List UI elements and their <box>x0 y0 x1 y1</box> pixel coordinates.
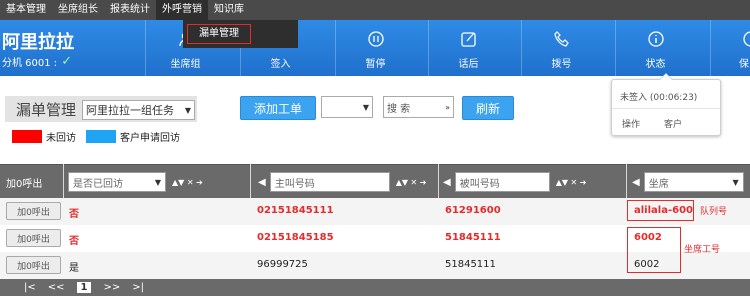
toolbar-label: 话后 <box>458 59 479 70</box>
next-page-button[interactable]: >> <box>103 282 120 293</box>
arrow-left-icon[interactable]: ◀ <box>258 177 266 188</box>
save-icon <box>739 30 750 48</box>
sort-controls-icon[interactable]: ▲▼ ✕ ➔ <box>556 178 587 187</box>
annotation-queue: 队列号 <box>700 207 728 217</box>
sort-controls-icon[interactable]: ▲▼ ✕ ➔ <box>396 178 427 187</box>
column-header-callback: 是否已回访 ▼ ▲▼ ✕ ➔ <box>68 172 203 192</box>
toolbar-label: 暂停 <box>365 59 386 70</box>
pause-button[interactable]: 暂停 <box>335 20 415 76</box>
top-menubar: 基本管理 坐席组长 报表统计 外呼营销 知识库 <box>0 0 750 20</box>
column-title: 被叫号码 <box>459 178 500 190</box>
page-title: 漏单管理 <box>16 100 77 119</box>
legend-customer-request: 客户申请回访 <box>86 129 180 144</box>
first-page-button[interactable]: |< <box>24 282 36 293</box>
column-title: 主叫号码 <box>274 178 315 190</box>
annotation-agent-id: 坐席工号 <box>684 245 721 255</box>
menu-outbound[interactable]: 外呼营销 <box>156 0 208 20</box>
callee-cell: 51845111 <box>445 259 496 270</box>
status-popup: 未签入 (00:06:23) 操作 客户 <box>611 73 721 136</box>
info-icon <box>647 30 665 48</box>
pagination: |< << 1 >> >| <box>0 279 750 296</box>
search-select[interactable]: 搜 索 » <box>383 96 454 118</box>
popup-divider <box>612 108 720 109</box>
column-header-caller: ◀ 主叫号码 ▲▼ ✕ ➔ <box>258 172 427 192</box>
arrow-left-icon[interactable]: ◀ <box>443 177 451 188</box>
task-select-value: 阿里拉拉一组任务 <box>86 104 174 117</box>
caller-cell: 96999725 <box>257 259 308 270</box>
after-call-button[interactable]: 话后 <box>428 20 508 76</box>
column-header-callee: ◀ 被叫号码 ▲▼ ✕ ➔ <box>443 172 587 192</box>
table-header: 加0呼出 是否已回访 ▼ ▲▼ ✕ ➔ ◀ 主叫号码 ▲▼ ✕ ➔ ◀ 被叫号码 … <box>0 164 750 198</box>
callee-cell: 51845111 <box>445 232 501 243</box>
caller-cell: 02151845111 <box>257 205 334 216</box>
task-select[interactable]: 阿里拉拉一组任务 ▼ <box>82 100 195 120</box>
column-header-agent: ◀ 坐席 ▼ <box>632 172 744 192</box>
menu-reports[interactable]: 报表统计 <box>104 0 156 20</box>
operation-link[interactable]: 操作 <box>622 117 640 130</box>
extension-label: 分机 6001 : <box>2 58 58 69</box>
callee-filter-input[interactable]: 被叫号码 <box>454 172 550 192</box>
save-button[interactable]: 保 <box>710 20 750 76</box>
sort-controls-icon[interactable]: ▲▼ ✕ ➔ <box>172 178 203 187</box>
dropdown-item-missed-orders[interactable]: 漏单管理 <box>187 24 251 44</box>
caller-filter-input[interactable]: 主叫号码 <box>269 172 390 192</box>
double-chevron-down-icon: » <box>445 102 450 112</box>
highlight-box-queue <box>627 200 694 221</box>
agent-name: 阿里拉拉 <box>2 32 74 53</box>
column-title: 是否已回访 <box>73 178 123 190</box>
legend-label: 未回访 <box>46 133 76 144</box>
menu-team-lead[interactable]: 坐席组长 <box>52 0 104 20</box>
column-header-call: 加0呼出 <box>6 179 43 190</box>
dial-button[interactable]: 拨号 <box>521 20 601 76</box>
legend-swatch-red <box>12 130 42 143</box>
highlight-box-agent-id <box>627 227 681 273</box>
last-page-button[interactable]: >| <box>132 282 144 293</box>
current-page[interactable]: 1 <box>76 282 92 293</box>
add-ticket-button[interactable]: 添加工单 <box>240 96 316 120</box>
legend-swatch-blue <box>86 130 116 143</box>
callback-filter-input[interactable]: 是否已回访 ▼ <box>68 172 166 192</box>
prev-page-button[interactable]: << <box>48 282 65 293</box>
caret-down-icon: ▼ <box>184 105 191 115</box>
call-with-zero-button[interactable]: 加0呼出 <box>6 256 61 274</box>
column-title: 坐席 <box>648 178 669 190</box>
refresh-button[interactable]: 刷新 <box>462 96 514 120</box>
search-select-label: 搜 索 <box>387 103 411 115</box>
legend-label: 客户申请回访 <box>120 133 180 144</box>
toolbar-label: 保 <box>739 59 749 70</box>
toolbar-label: 坐席组 <box>170 59 201 70</box>
callback-cell: 否 <box>69 209 79 220</box>
call-with-zero-button[interactable]: 加0呼出 <box>6 202 61 220</box>
legend-not-visited: 未回访 <box>12 129 76 144</box>
pause-icon <box>367 30 385 48</box>
check-icon: ✓ <box>61 54 73 69</box>
agent-toolbar: 阿里拉拉 分机 6001 : ✓ 坐席组 签入 暂停 话后 拨号 状态 保 <box>0 20 750 76</box>
callback-cell: 是 <box>69 263 79 274</box>
agent-filter-input[interactable]: 坐席 ▼ <box>643 172 744 192</box>
toolbar-label: 状态 <box>645 59 666 70</box>
outbound-dropdown: 漏单管理 <box>183 20 298 48</box>
extension-status: 分机 6001 : ✓ <box>2 54 72 69</box>
edit-icon <box>460 30 478 48</box>
menu-knowledge[interactable]: 知识库 <box>208 0 250 20</box>
phone-icon <box>553 30 571 48</box>
filter-select[interactable]: ▼ <box>321 96 373 118</box>
callback-cell: 否 <box>69 236 79 247</box>
callee-cell: 61291600 <box>445 205 501 216</box>
arrow-left-icon[interactable]: ◀ <box>632 177 640 188</box>
status-button[interactable]: 状态 <box>615 20 695 76</box>
call-with-zero-button[interactable]: 加0呼出 <box>6 229 61 247</box>
customer-link[interactable]: 客户 <box>664 117 682 130</box>
caller-cell: 02151845185 <box>257 232 334 243</box>
caret-down-icon: ▼ <box>362 102 369 112</box>
status-text: 未签入 (00:06:23) <box>620 93 698 103</box>
toolbar-label: 签入 <box>270 59 291 70</box>
menu-basic[interactable]: 基本管理 <box>0 0 52 20</box>
toolbar-label: 拨号 <box>551 59 572 70</box>
